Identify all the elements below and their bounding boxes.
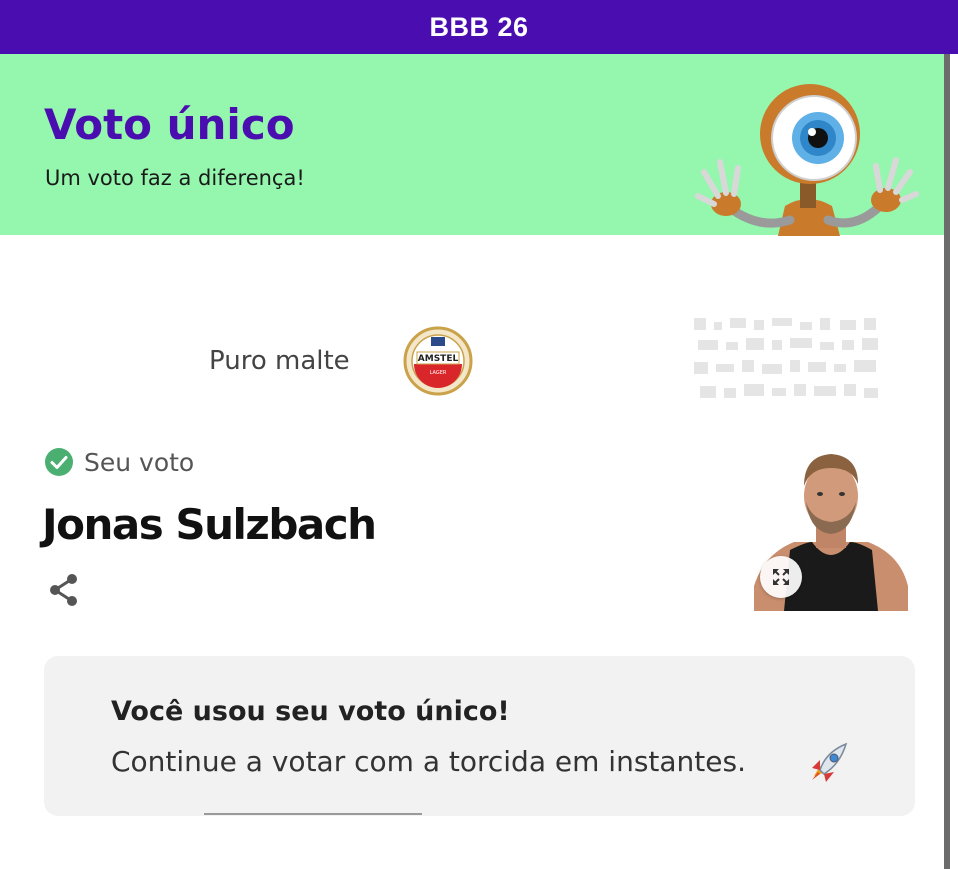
info-title: Você usou seu voto único!: [111, 696, 510, 727]
app-title: BBB 26: [429, 11, 529, 42]
amstel-logo-subtext: LAGER: [430, 370, 447, 376]
amstel-logo-text: AMSTEL: [418, 354, 459, 364]
share-icon[interactable]: [46, 572, 80, 608]
hero-banner: Voto único Um voto faz a diferença!: [0, 54, 945, 236]
banner-title: Voto único: [44, 100, 295, 149]
expand-photo-button[interactable]: [760, 556, 802, 598]
card-divider: [204, 813, 422, 815]
vote-status-label: Seu voto: [84, 447, 195, 477]
expand-icon: [773, 569, 789, 585]
big-brother-eye-mascot-icon: [695, 84, 919, 236]
check-circle-icon: [45, 448, 73, 476]
top-bar: BBB 26: [0, 0, 958, 54]
banner-subtitle: Um voto faz a diferença!: [45, 166, 305, 190]
info-text: Continue a votar com a torcida em instan…: [111, 745, 746, 778]
rocket-icon: [812, 742, 848, 782]
sponsor-label: Puro malte: [209, 346, 350, 376]
info-card: Você usou seu voto único! Continue a vot…: [44, 656, 915, 816]
voting-screen: BBB 26 Voto único Um voto faz a diferenç…: [0, 0, 958, 869]
candidate-name: Jonas Sulzbach: [42, 500, 377, 549]
vote-status: Seu voto: [44, 447, 194, 477]
scrollbar[interactable]: [944, 54, 950, 869]
amstel-logo-icon: AMSTEL LAGER: [403, 326, 473, 396]
faded-pattern-decoration: [694, 318, 878, 398]
